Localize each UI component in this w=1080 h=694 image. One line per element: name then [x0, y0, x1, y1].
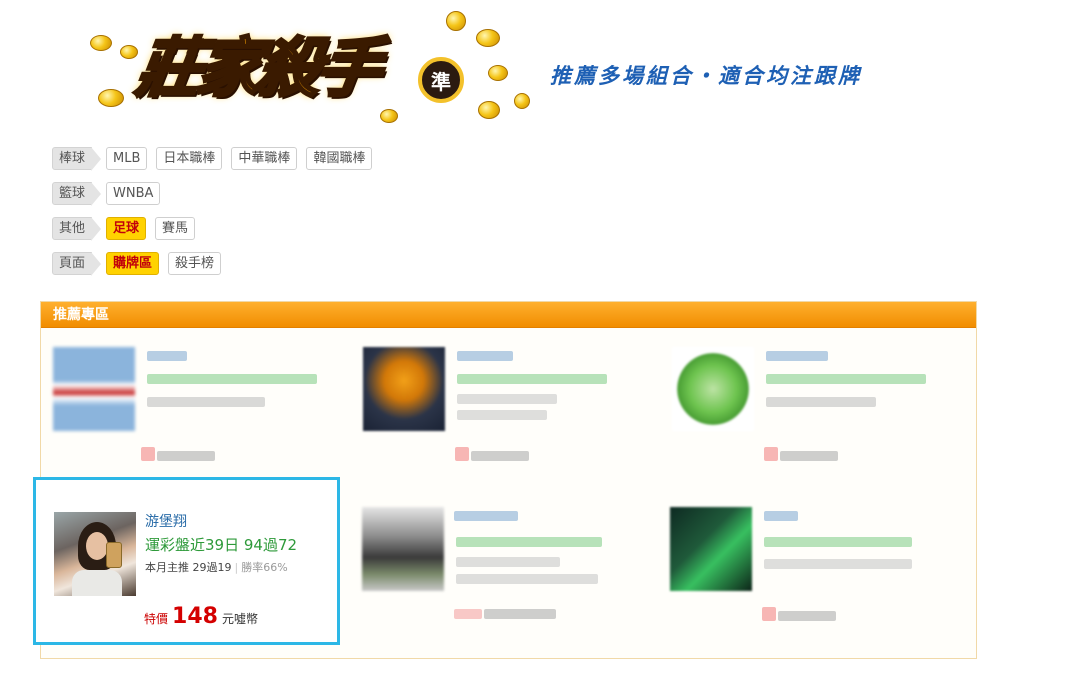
- blurred-text: [454, 511, 518, 521]
- logo-text: 莊家殺手: [130, 30, 384, 108]
- recommend-card-blurred[interactable]: [363, 347, 663, 507]
- filter-row: 棒球 MLB 日本職棒 中華職棒 韓國職棒: [52, 147, 381, 171]
- coin-icon: [476, 29, 500, 47]
- monthly-picks: 本月主推 29過19: [145, 561, 232, 574]
- avatar: [362, 507, 444, 591]
- blurred-text: [457, 374, 607, 384]
- blurred-text: [766, 397, 876, 407]
- price-tag[interactable]: 特價 148 元噓幣: [144, 604, 258, 629]
- filter-option[interactable]: 日本職棒: [156, 147, 223, 170]
- blurred-text: [455, 447, 469, 461]
- win-rate: 勝率66%: [241, 561, 288, 574]
- blurred-text: [147, 397, 265, 407]
- filter-option[interactable]: 殺手榜: [168, 252, 222, 275]
- coin-icon: [380, 109, 398, 123]
- blurred-text: [764, 537, 912, 547]
- blurred-text: [780, 451, 838, 461]
- filter-option[interactable]: 足球: [106, 217, 147, 240]
- tipster-stats: 本月主推 29過19 | 勝率66%: [145, 561, 288, 574]
- blurred-text: [484, 609, 556, 619]
- blurred-text: [766, 351, 828, 361]
- recommend-card-blurred[interactable]: [672, 347, 972, 507]
- filter-option[interactable]: 賽馬: [155, 217, 196, 240]
- tipster-record[interactable]: 運彩盤近39日 94過72: [145, 534, 297, 555]
- filter-option[interactable]: WNBA: [106, 182, 161, 205]
- filter-row: 頁面 購牌區 殺手榜: [52, 252, 381, 276]
- featured-card[interactable]: 游堡翔 運彩盤近39日 94過72 本月主推 29過19 | 勝率66% 特價 14…: [33, 477, 340, 645]
- filter-row: 其他 足球 賽馬: [52, 217, 381, 241]
- category-filters: 棒球 MLB 日本職棒 中華職棒 韓國職棒 籃球 WNBA 其他 足球 賽馬 頁面 購牌區 殺手榜: [52, 147, 381, 287]
- filter-option[interactable]: 韓國職棒: [306, 147, 373, 170]
- blurred-text: [764, 559, 912, 569]
- panel-title: 推薦專區: [41, 302, 976, 328]
- site-banner: 莊家殺手 準: [80, 5, 550, 135]
- blurred-text: [157, 451, 215, 461]
- filter-category-label: 棒球: [52, 147, 102, 171]
- blurred-text: [456, 557, 560, 567]
- price-label: 特價: [144, 612, 169, 626]
- blurred-text: [457, 394, 557, 404]
- blurred-text: [778, 611, 836, 621]
- filter-option[interactable]: MLB: [106, 147, 148, 170]
- blurred-text: [457, 410, 547, 420]
- tipster-name[interactable]: 游堡翔: [145, 511, 187, 531]
- blurred-text: [147, 351, 187, 361]
- site-logo[interactable]: 莊家殺手 準: [80, 5, 540, 135]
- site-slogan: 推薦多場組合・適合均注跟牌: [550, 64, 862, 88]
- avatar: [53, 347, 135, 431]
- filter-option[interactable]: 中華職棒: [231, 147, 298, 170]
- price-value: 148: [172, 604, 218, 629]
- filter-category-label: 頁面: [52, 252, 102, 276]
- blurred-text: [141, 447, 155, 461]
- blurred-text: [471, 451, 529, 461]
- coin-icon: [120, 45, 138, 59]
- avatar: [363, 347, 445, 431]
- coin-icon: [98, 89, 124, 107]
- blurred-text: [147, 374, 317, 384]
- blurred-text: [456, 537, 602, 547]
- recommend-card-blurred[interactable]: [670, 507, 970, 667]
- price-unit: 元噓幣: [221, 612, 258, 626]
- recommend-card-blurred[interactable]: [362, 507, 662, 667]
- filter-row: 籃球 WNBA: [52, 182, 381, 206]
- coin-icon: [90, 35, 112, 51]
- avatar: [670, 507, 752, 591]
- blurred-text: [766, 374, 926, 384]
- coin-icon: [446, 11, 466, 31]
- logo-badge: 準: [418, 57, 464, 103]
- filter-category-label: 其他: [52, 217, 102, 241]
- filter-category-label: 籃球: [52, 182, 102, 206]
- blurred-text: [764, 447, 778, 461]
- coin-icon: [514, 93, 530, 109]
- blurred-text: [764, 511, 798, 521]
- coin-icon: [478, 101, 500, 119]
- blurred-text: [454, 609, 482, 619]
- blurred-text: [456, 574, 598, 584]
- avatar: [672, 347, 754, 431]
- blurred-text: [457, 351, 513, 361]
- tipster-avatar[interactable]: [54, 512, 136, 596]
- coin-icon: [488, 65, 508, 81]
- blurred-text: [762, 607, 776, 621]
- filter-option[interactable]: 購牌區: [106, 252, 160, 275]
